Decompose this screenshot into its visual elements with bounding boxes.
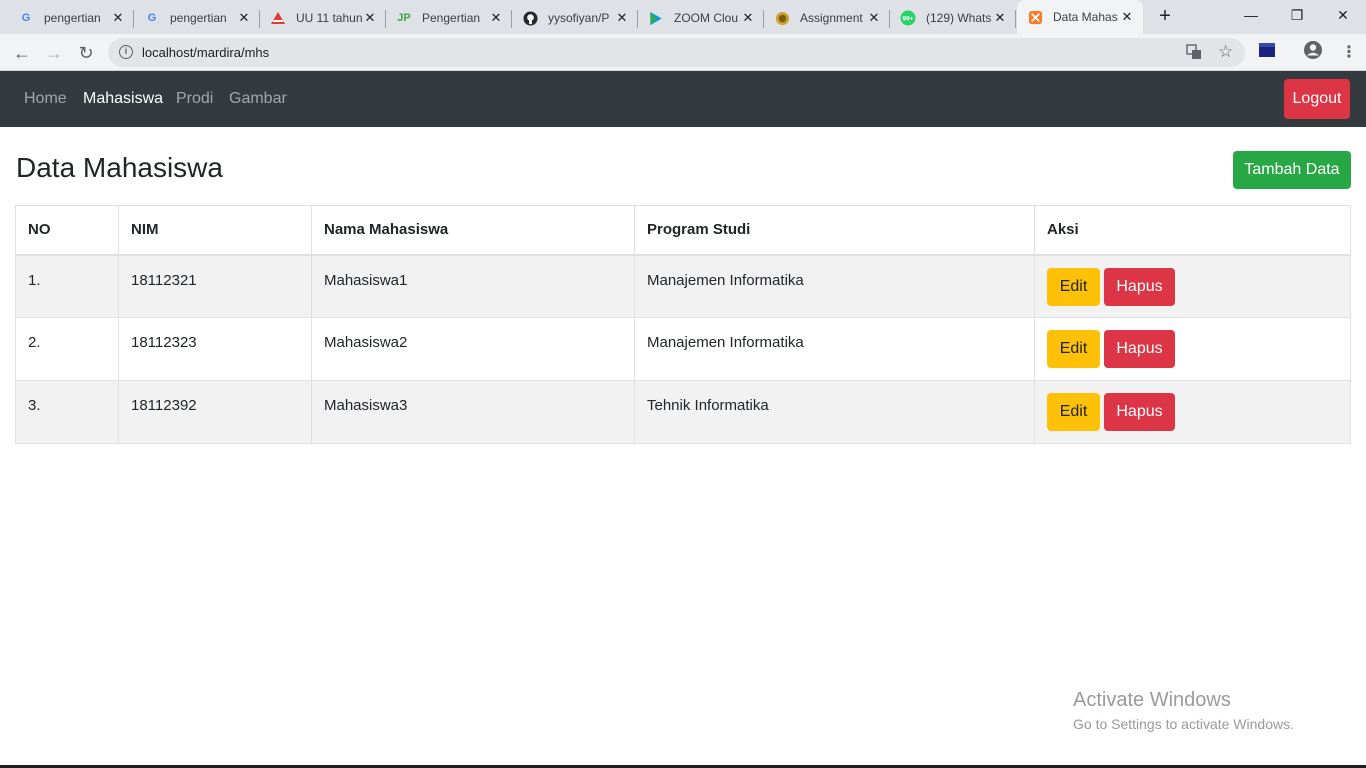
edit-button[interactable]: Edit: [1047, 267, 1100, 306]
close-icon[interactable]: ✕: [866, 10, 882, 26]
forward-arrow-icon[interactable]: →: [40, 39, 68, 67]
browser-tab[interactable]: Assignment ✕: [764, 2, 890, 34]
translate-icon[interactable]: [1186, 44, 1202, 64]
cell-nim: 18112321: [118, 254, 312, 318]
tab-title: Data Mahas: [1053, 10, 1118, 24]
table-row: 3. 18112392 Mahasiswa3 Tehnik Informatik…: [15, 380, 1351, 444]
cell-nama: Mahasiswa3: [311, 380, 635, 444]
browser-tab[interactable]: 99+ (129) Whats ✕: [890, 2, 1016, 34]
table-row: 2. 18112323 Mahasiswa2 Manajemen Informa…: [15, 317, 1351, 381]
cell-aksi: Edit Hapus: [1034, 254, 1351, 318]
cell-no: 2.: [15, 317, 119, 381]
jp-icon: JP: [397, 12, 411, 24]
watermark-title: Activate Windows: [1073, 689, 1231, 711]
column-header-aksi: Aksi: [1034, 205, 1351, 256]
document-icon: [270, 10, 286, 26]
restore-icon[interactable]: ❐: [1274, 0, 1320, 30]
play-store-icon: [648, 10, 664, 26]
cell-prodi: Manajemen Informatika: [634, 317, 1035, 381]
column-header-no: NO: [15, 205, 119, 256]
window-close-icon[interactable]: ✕: [1320, 0, 1366, 30]
nav-link-mahasiswa[interactable]: Mahasiswa: [83, 90, 163, 108]
github-icon: [522, 10, 538, 26]
tab-title: pengertian: [44, 11, 101, 25]
google-icon: G: [147, 12, 157, 24]
tab-title: Pengertian: [422, 11, 481, 25]
cell-nim: 18112392: [118, 380, 312, 444]
column-header-nama: Nama Mahasiswa: [311, 205, 635, 256]
nav-link-gambar[interactable]: Gambar: [229, 90, 287, 108]
close-icon[interactable]: ✕: [488, 10, 504, 26]
cell-nama: Mahasiswa1: [311, 254, 635, 318]
close-icon[interactable]: ✕: [992, 10, 1008, 26]
column-header-prodi: Program Studi: [634, 205, 1035, 256]
info-icon[interactable]: i: [119, 45, 133, 59]
page-title: Data Mahasiswa: [16, 152, 223, 183]
tab-title: Assignment: [800, 11, 863, 25]
address-bar[interactable]: i localhost/mardira/mhs ☆: [108, 38, 1245, 67]
browser-tab[interactable]: UU 11 tahun ✕: [260, 2, 386, 34]
url-text[interactable]: localhost/mardira/mhs: [142, 45, 269, 60]
tab-title: ZOOM Clou: [674, 11, 739, 25]
table-row: 1. 18112321 Mahasiswa1 Manajemen Informa…: [15, 254, 1351, 318]
browser-tab[interactable]: G pengertian ✕: [8, 2, 134, 34]
close-icon[interactable]: ✕: [362, 10, 378, 26]
new-tab-button[interactable]: +: [1151, 5, 1179, 29]
browser-tab[interactable]: yysofiyan/P ✕: [512, 2, 638, 34]
profile-avatar-icon[interactable]: [1303, 40, 1323, 65]
browser-tab[interactable]: G pengertian ✕: [134, 2, 260, 34]
cell-nama: Mahasiswa2: [311, 317, 635, 381]
bookmark-star-icon[interactable]: ☆: [1218, 42, 1233, 62]
cell-nim: 18112323: [118, 317, 312, 381]
tab-title: pengertian: [170, 11, 227, 25]
whatsapp-icon: 99+: [900, 10, 916, 26]
nav-link-prodi[interactable]: Prodi: [176, 90, 213, 108]
nav-link-home[interactable]: Home: [24, 90, 67, 108]
cell-no: 3.: [15, 380, 119, 444]
browser-tab[interactable]: JP Pengertian ✕: [386, 2, 512, 34]
browser-tab-active[interactable]: Data Mahas ✕: [1017, 0, 1143, 34]
minimize-icon[interactable]: —: [1228, 0, 1274, 30]
menu-kebab-icon[interactable]: ⋮: [1341, 42, 1357, 62]
site-navbar: Home Mahasiswa Prodi Gambar: [0, 71, 1366, 127]
watermark-subtitle: Go to Settings to activate Windows.: [1073, 716, 1294, 732]
cell-prodi: Tehnik Informatika: [634, 380, 1035, 444]
delete-button[interactable]: Hapus: [1104, 330, 1175, 368]
edit-button[interactable]: Edit: [1047, 330, 1100, 368]
close-icon[interactable]: ✕: [236, 10, 252, 26]
column-header-nim: NIM: [118, 205, 312, 256]
close-icon[interactable]: ✕: [614, 10, 630, 26]
cell-prodi: Manajemen Informatika: [634, 254, 1035, 318]
reload-icon[interactable]: ↻: [72, 39, 100, 67]
extension-clapper-icon[interactable]: [1258, 42, 1276, 63]
xampp-icon: [1027, 9, 1043, 25]
svg-text:99+: 99+: [902, 16, 913, 23]
browser-tab-strip: G pengertian ✕ G pengertian ✕ UU 11 tahu…: [0, 0, 1366, 34]
logout-button[interactable]: Logout: [1284, 79, 1350, 119]
cell-no: 1.: [15, 254, 119, 318]
delete-button[interactable]: Hapus: [1104, 393, 1175, 431]
assignment-icon: [774, 10, 790, 26]
close-icon[interactable]: ✕: [110, 10, 126, 26]
cell-aksi: Edit Hapus: [1034, 317, 1351, 381]
student-table: NO NIM Nama Mahasiswa Program Studi Aksi…: [15, 205, 1351, 444]
tab-title: UU 11 tahun: [296, 11, 362, 25]
cell-aksi: Edit Hapus: [1034, 380, 1351, 444]
table-header-row: NO NIM Nama Mahasiswa Program Studi Aksi: [15, 205, 1351, 256]
back-arrow-icon[interactable]: ←: [8, 39, 36, 67]
browser-tab[interactable]: ZOOM Clou ✕: [638, 2, 764, 34]
browser-toolbar: ← → ↻ i localhost/mardira/mhs ☆ ⋮: [0, 34, 1366, 71]
close-icon[interactable]: ✕: [740, 10, 756, 26]
add-data-button[interactable]: Tambah Data: [1233, 151, 1351, 189]
delete-button[interactable]: Hapus: [1104, 267, 1175, 306]
close-icon[interactable]: ✕: [1119, 9, 1135, 25]
google-icon: G: [21, 12, 31, 24]
tab-title: (129) Whats: [926, 11, 992, 25]
activate-windows-watermark: Activate Windows Go to Settings to activ…: [1073, 689, 1294, 732]
tab-title: yysofiyan/P: [548, 11, 610, 25]
edit-button[interactable]: Edit: [1047, 393, 1100, 431]
